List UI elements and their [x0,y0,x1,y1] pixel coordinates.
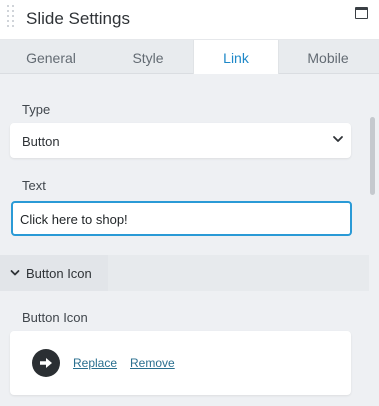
section-title: Button Icon [26,266,92,281]
chevron-down-icon [333,136,343,142]
tab-link[interactable]: Link [193,40,279,74]
scrollbar-thumb[interactable] [370,117,375,195]
tab-style[interactable]: Style [102,40,194,74]
chevron-down-icon [10,270,20,276]
type-label: Type [22,102,51,117]
replace-icon-link[interactable]: Replace [73,356,117,370]
remove-icon-link[interactable]: Remove [130,356,175,370]
arrow-circle-right-icon [32,349,60,377]
tab-mobile[interactable]: Mobile [279,40,377,74]
text-label: Text [22,178,46,193]
drag-handle-icon[interactable] [7,5,15,35]
text-input-value: Click here to shop! [20,212,128,227]
panel-header[interactable]: Slide Settings [0,0,379,40]
text-input[interactable]: Click here to shop! [11,201,352,236]
panel-title: Slide Settings [26,9,130,28]
tab-general[interactable]: General [0,40,102,74]
button-icon-section-toggle[interactable]: Button Icon [0,255,108,291]
type-select[interactable]: Button [10,123,351,158]
tab-bar: General Style Link Mobile [0,40,379,74]
section-header-bar [108,255,369,291]
minimize-window-icon[interactable] [355,7,368,19]
slide-settings-panel: Slide Settings General Style Link Mobile… [0,0,379,406]
icon-picker: Replace Remove [10,331,351,395]
button-icon-label: Button Icon [22,310,88,325]
type-select-value: Button [22,134,60,149]
